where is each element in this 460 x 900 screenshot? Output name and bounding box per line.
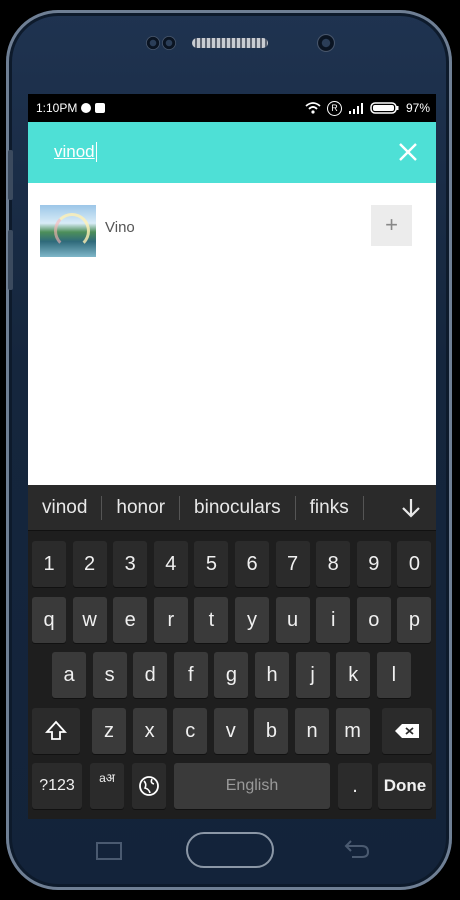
key[interactable]: i bbox=[316, 597, 351, 643]
key[interactable]: c bbox=[173, 708, 208, 754]
key[interactable]: f bbox=[173, 652, 208, 698]
key[interactable]: n bbox=[295, 708, 329, 754]
battery-percent: 97% bbox=[405, 101, 430, 115]
key[interactable]: m bbox=[335, 708, 370, 754]
volume-down-button bbox=[8, 230, 13, 290]
letter-row-3: zxcvbnm bbox=[28, 708, 436, 756]
suggestion-item[interactable]: binoculars bbox=[180, 495, 296, 520]
key[interactable]: j bbox=[295, 652, 330, 698]
screen: 1:10PM R 97% vinod Vino + vinod honor bi… bbox=[28, 94, 436, 819]
key[interactable]: b bbox=[254, 708, 289, 754]
key[interactable]: 2 bbox=[72, 541, 107, 587]
search-input[interactable]: vinod bbox=[54, 142, 97, 162]
backspace-key[interactable] bbox=[382, 708, 432, 754]
key[interactable]: r bbox=[153, 597, 188, 643]
key[interactable]: 4 bbox=[153, 541, 188, 587]
key[interactable]: w bbox=[72, 597, 107, 643]
result-name: Vino bbox=[105, 219, 135, 236]
key[interactable]: t bbox=[194, 597, 229, 643]
add-button[interactable]: + bbox=[371, 205, 412, 246]
key[interactable]: y bbox=[235, 597, 269, 643]
backspace-icon bbox=[395, 724, 419, 738]
key[interactable]: a bbox=[52, 652, 86, 698]
battery-icon bbox=[370, 102, 399, 114]
suggestion-bar: vinod honor binoculars finks bbox=[28, 485, 436, 531]
volume-button bbox=[8, 150, 13, 200]
suggestion-item[interactable]: vinod bbox=[28, 495, 103, 520]
key[interactable]: o bbox=[356, 597, 391, 643]
key[interactable]: z bbox=[92, 708, 126, 754]
sensor-icon bbox=[146, 36, 160, 50]
letter-row-2: asdfghjkl bbox=[28, 652, 436, 700]
registered-icon: R bbox=[326, 100, 342, 116]
key[interactable]: 5 bbox=[194, 541, 229, 587]
done-key[interactable]: Done bbox=[378, 763, 432, 809]
earpiece-speaker bbox=[192, 38, 268, 48]
key[interactable]: s bbox=[92, 652, 127, 698]
suggestion-item[interactable]: finks bbox=[296, 495, 364, 520]
signal-icon bbox=[348, 103, 363, 114]
key[interactable]: h bbox=[255, 652, 289, 698]
search-bar: vinod bbox=[28, 122, 436, 183]
key[interactable]: q bbox=[32, 597, 66, 643]
language-key[interactable]: aअ bbox=[90, 763, 124, 809]
key[interactable]: g bbox=[214, 652, 249, 698]
sensor-icon bbox=[162, 36, 176, 50]
shift-icon bbox=[44, 720, 68, 740]
key[interactable]: x bbox=[132, 708, 167, 754]
status-bar: 1:10PM R 97% bbox=[28, 94, 436, 122]
store-icon bbox=[95, 103, 106, 113]
result-thumbnail bbox=[40, 205, 96, 257]
period-key[interactable]: . bbox=[338, 763, 372, 809]
space-key[interactable]: English bbox=[174, 763, 330, 809]
back-icon[interactable] bbox=[344, 840, 370, 858]
whatsapp-icon bbox=[81, 103, 92, 113]
home-button[interactable] bbox=[186, 832, 274, 868]
key[interactable]: 6 bbox=[235, 541, 269, 587]
shift-key[interactable] bbox=[32, 708, 80, 754]
status-time: 1:10PM bbox=[36, 101, 78, 115]
key[interactable]: v bbox=[213, 708, 248, 754]
recent-apps-icon[interactable] bbox=[96, 842, 122, 860]
collapse-down-icon[interactable] bbox=[400, 497, 422, 519]
suggestion-item[interactable]: honor bbox=[102, 495, 181, 520]
key[interactable]: 7 bbox=[275, 541, 310, 587]
key[interactable]: e bbox=[113, 597, 148, 643]
number-row: 1234567890 bbox=[28, 541, 436, 589]
result-row[interactable]: Vino + bbox=[28, 197, 436, 259]
key[interactable]: u bbox=[275, 597, 310, 643]
close-icon[interactable] bbox=[398, 142, 418, 162]
key[interactable]: d bbox=[133, 652, 168, 698]
globe-icon bbox=[139, 776, 159, 796]
wifi-icon bbox=[305, 102, 321, 114]
key[interactable]: 8 bbox=[316, 541, 351, 587]
keyboard: vinod honor binoculars finks 1234567890 … bbox=[28, 485, 436, 819]
symbols-key[interactable]: ?123 bbox=[32, 763, 82, 809]
key[interactable]: 0 bbox=[397, 541, 432, 587]
key[interactable]: 1 bbox=[32, 541, 66, 587]
front-camera-icon bbox=[317, 34, 335, 52]
key[interactable]: 9 bbox=[356, 541, 391, 587]
key[interactable]: l bbox=[376, 652, 411, 698]
key[interactable]: 3 bbox=[113, 541, 148, 587]
globe-key[interactable] bbox=[132, 763, 166, 809]
key[interactable]: k bbox=[336, 652, 371, 698]
key[interactable]: p bbox=[397, 597, 432, 643]
letter-row-1: qwertyuiop bbox=[28, 597, 436, 645]
bottom-row: ?123 aअ English . Done bbox=[28, 763, 436, 811]
